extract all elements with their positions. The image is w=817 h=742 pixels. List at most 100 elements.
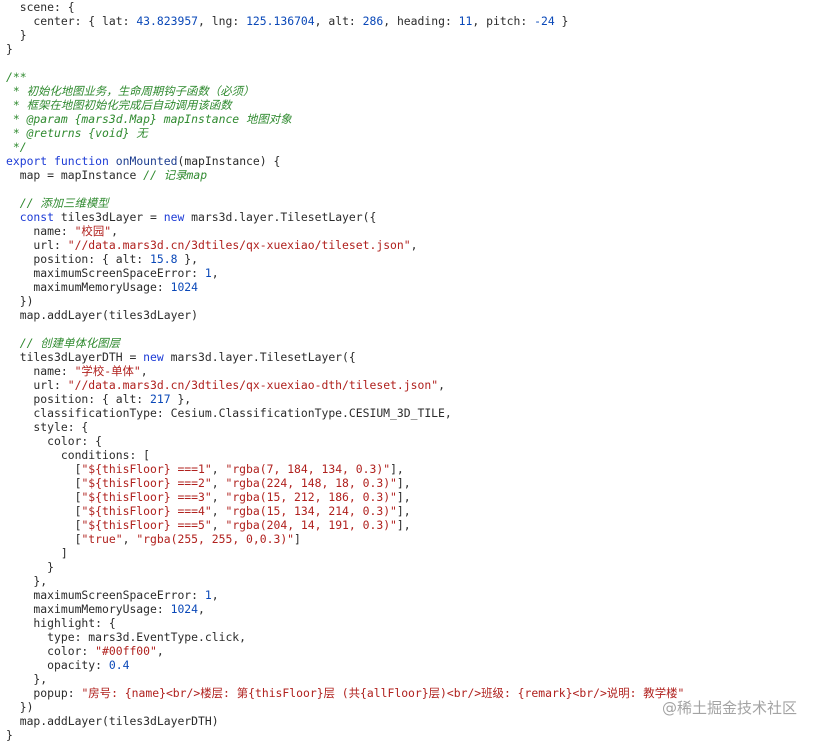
code-token: 1024 xyxy=(170,602,199,616)
code-token: "rgba(204, 14, 191, 0.3)" xyxy=(225,518,397,532)
watermark-text: @稀土掘金技术社区 xyxy=(661,699,797,717)
code-token: "${thisFloor} ===1" xyxy=(81,462,212,476)
code-token: 15.8 xyxy=(150,252,178,266)
code-token: maximumScreenSpaceError: xyxy=(6,266,205,280)
code-line: } xyxy=(6,42,817,56)
code-line: ["${thisFloor} ===1", "rgba(7, 184, 134,… xyxy=(6,462,817,476)
code-token: "rgba(255, 255, 0,0.3)" xyxy=(136,532,295,546)
code-token: function xyxy=(54,154,109,168)
code-token: [ xyxy=(6,504,82,518)
code-token: /** xyxy=(6,70,27,84)
code-token: 125.136704 xyxy=(246,14,315,28)
code-token: ] xyxy=(294,532,301,546)
code-line: ["${thisFloor} ===5", "rgba(204, 14, 191… xyxy=(6,518,817,532)
code-line: highlight: { xyxy=(6,616,817,630)
code-token: "校园" xyxy=(74,224,112,238)
code-token: 43.823957 xyxy=(136,14,199,28)
code-line: } xyxy=(6,560,817,574)
code-token: [ xyxy=(6,462,82,476)
code-token: "学校-单体" xyxy=(74,364,141,378)
code-token: } xyxy=(6,28,27,42)
code-token: 217 xyxy=(150,392,171,406)
code-token: } xyxy=(6,728,13,742)
code-token: "${thisFloor} ===2" xyxy=(81,476,212,490)
code-token: "//data.mars3d.cn/3dtiles/qx-xuexiao/til… xyxy=(67,238,411,252)
code-token: "${thisFloor} ===3" xyxy=(81,490,212,504)
code-token: opacity: xyxy=(6,658,109,672)
code-token: }) xyxy=(6,294,34,308)
code-line: * 框架在地图初始化完成后自动调用该函数 xyxy=(6,98,817,112)
code-token: position: { alt: xyxy=(6,392,151,406)
code-line: // 创建单体化图层 xyxy=(6,336,817,350)
code-line: ["${thisFloor} ===2", "rgba(224, 148, 18… xyxy=(6,476,817,490)
code-token: 1 xyxy=(204,588,212,602)
code-token: } xyxy=(554,14,569,28)
code-token: // 添加三维模型 xyxy=(19,196,109,210)
code-token: }) xyxy=(6,700,34,714)
code-token: 0.4 xyxy=(108,658,130,672)
code-token: "//data.mars3d.cn/3dtiles/qx-xuexiao-dth… xyxy=(67,378,439,392)
code-token: export xyxy=(6,154,48,168)
code-token: , xyxy=(156,644,164,658)
code-token: } xyxy=(6,42,13,56)
code-line: // 添加三维模型 xyxy=(6,196,817,210)
code-token: , xyxy=(111,224,118,238)
code-token: * @param {mars3d.Map} mapInstance 地图对象 xyxy=(6,112,292,126)
code-token: 286 xyxy=(362,14,384,28)
code-token: 1 xyxy=(204,266,212,280)
code-token: "rgba(7, 184, 134, 0.3)" xyxy=(225,462,391,476)
code-token: maximumScreenSpaceError: xyxy=(6,588,205,602)
code-line: ["${thisFloor} ===4", "rgba(15, 134, 214… xyxy=(6,504,817,518)
code-token: tiles3dLayerDTH = xyxy=(6,350,144,364)
code-token: onMounted xyxy=(115,154,178,168)
code-line: opacity: 0.4 xyxy=(6,658,817,672)
code-token: scene: { xyxy=(6,0,75,14)
code-token: , xyxy=(211,476,226,490)
code-line: style: { xyxy=(6,420,817,434)
code-token: mars3d.layer.TilesetLayer({ xyxy=(163,350,356,364)
code-token: }, xyxy=(6,574,48,588)
code-token: new xyxy=(143,350,164,364)
code-token: popup: xyxy=(6,686,82,700)
code-token: "${thisFloor} ===4" xyxy=(81,504,212,518)
code-line: conditions: [ xyxy=(6,448,817,462)
code-token: tiles3dLayer = xyxy=(54,210,164,224)
code-token: "${thisFloor} ===5" xyxy=(81,518,212,532)
code-token: , xyxy=(140,364,148,378)
code-line: ["${thisFloor} ===3", "rgba(15, 212, 186… xyxy=(6,490,817,504)
code-line: position: { alt: 217 }, xyxy=(6,392,817,406)
code-line: maximumMemoryUsage: 1024 xyxy=(6,280,817,294)
code-token: "rgba(15, 134, 214, 0.3)" xyxy=(225,504,397,518)
code-token: * 框架在地图初始化完成后自动调用该函数 xyxy=(6,98,232,112)
code-line: const tiles3dLayer = new mars3d.layer.Ti… xyxy=(6,210,817,224)
code-token: "#00ff00" xyxy=(95,644,157,658)
code-line: center: { lat: 43.823957, lng: 125.13670… xyxy=(6,14,817,28)
code-line: }) xyxy=(6,294,817,308)
code-token: } xyxy=(6,560,55,574)
code-token: */ xyxy=(6,140,27,154)
code-token: * 初始化地图业务，生命周期钩子函数（必须） xyxy=(6,84,255,98)
code-token: new xyxy=(163,210,185,224)
code-token: , alt: xyxy=(314,14,363,28)
code-token: maximumMemoryUsage: xyxy=(6,602,171,616)
code-line: map.addLayer(tiles3dLayer) xyxy=(6,308,817,322)
code-line: name: "学校-单体", xyxy=(6,364,817,378)
code-line: }, xyxy=(6,672,817,686)
code-token: , xyxy=(122,532,137,546)
code-line: */ xyxy=(6,140,817,154)
code-line: url: "//data.mars3d.cn/3dtiles/qx-xuexia… xyxy=(6,378,817,392)
code-token: "rgba(15, 212, 186, 0.3)" xyxy=(225,490,397,504)
code-line: map = mapInstance // 记录map xyxy=(6,168,817,182)
code-token: color: xyxy=(6,644,96,658)
code-token: center: { lat: xyxy=(6,14,137,28)
code-token: conditions: [ xyxy=(6,448,151,462)
code-token: style: { xyxy=(6,420,89,434)
code-token: 1024 xyxy=(170,280,199,294)
code-token: 11 xyxy=(458,14,473,28)
code-token: , xyxy=(211,266,219,280)
